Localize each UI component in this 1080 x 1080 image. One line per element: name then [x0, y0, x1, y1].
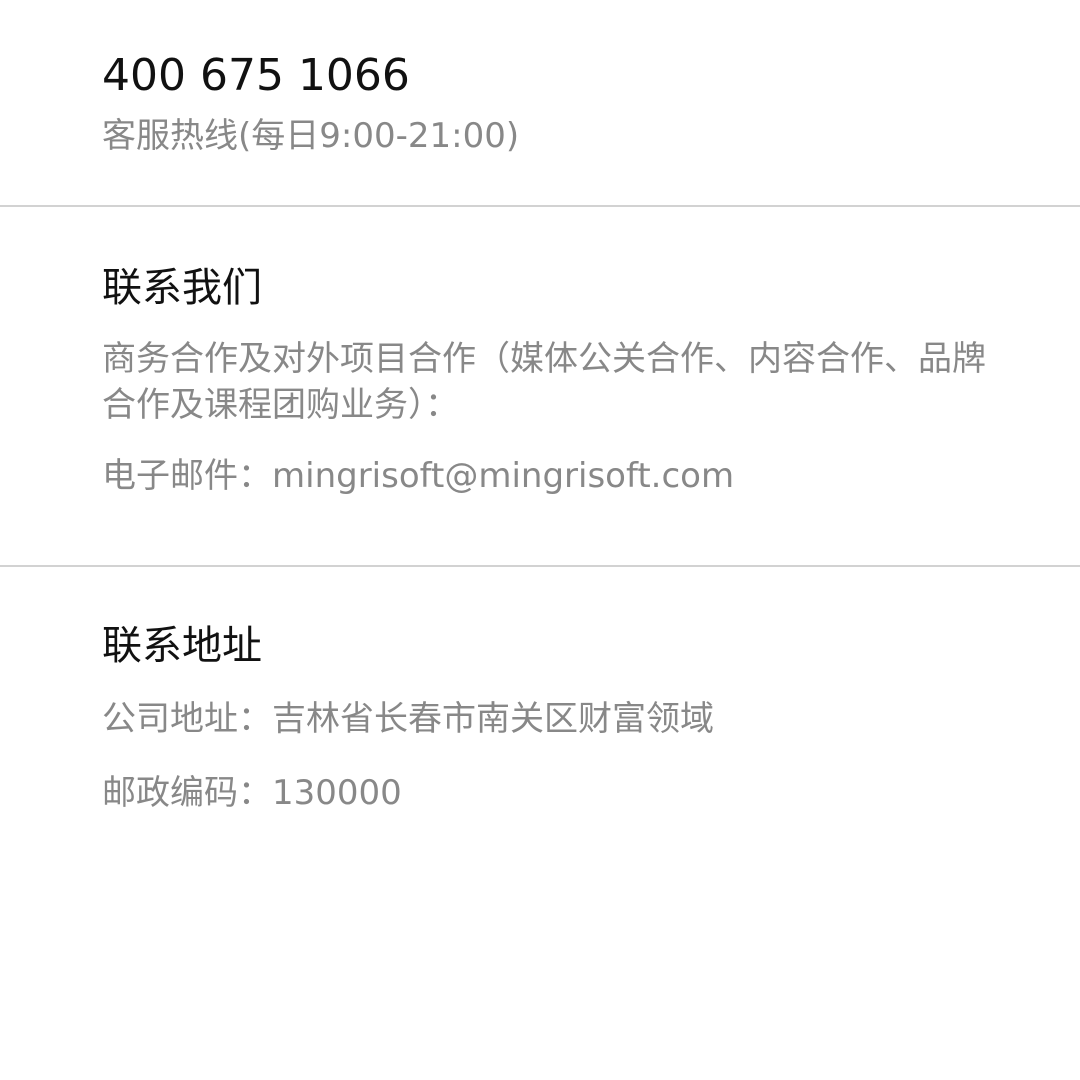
hotline-label: 客服热线(每日9:00-21:00)	[102, 116, 520, 156]
postal-code: 邮政编码：130000	[102, 773, 402, 813]
contact-address-section: 联系地址 公司地址：吉林省长春市南关区财富领域 邮政编码：130000	[0, 567, 1080, 816]
company-address: 公司地址：吉林省长春市南关区财富领域	[102, 699, 714, 739]
contact-email[interactable]: 电子邮件：mingrisoft@mingrisoft.com	[102, 453, 1000, 499]
contact-us-section: 联系我们 商务合作及对外项目合作（媒体公关合作、内容合作、品牌合作及课程团购业务…	[0, 207, 1080, 565]
business-cooperation-description: 商务合作及对外项目合作（媒体公关合作、内容合作、品牌合作及课程团购业务）：	[102, 339, 986, 425]
contact-us-title: 联系我们	[102, 265, 262, 311]
hotline-phone-number[interactable]: 400 675 1066	[102, 50, 1000, 102]
contact-address-title: 联系地址	[102, 623, 262, 669]
hotline-section: 400 675 1066 客服热线(每日9:00-21:00)	[0, 0, 1080, 205]
